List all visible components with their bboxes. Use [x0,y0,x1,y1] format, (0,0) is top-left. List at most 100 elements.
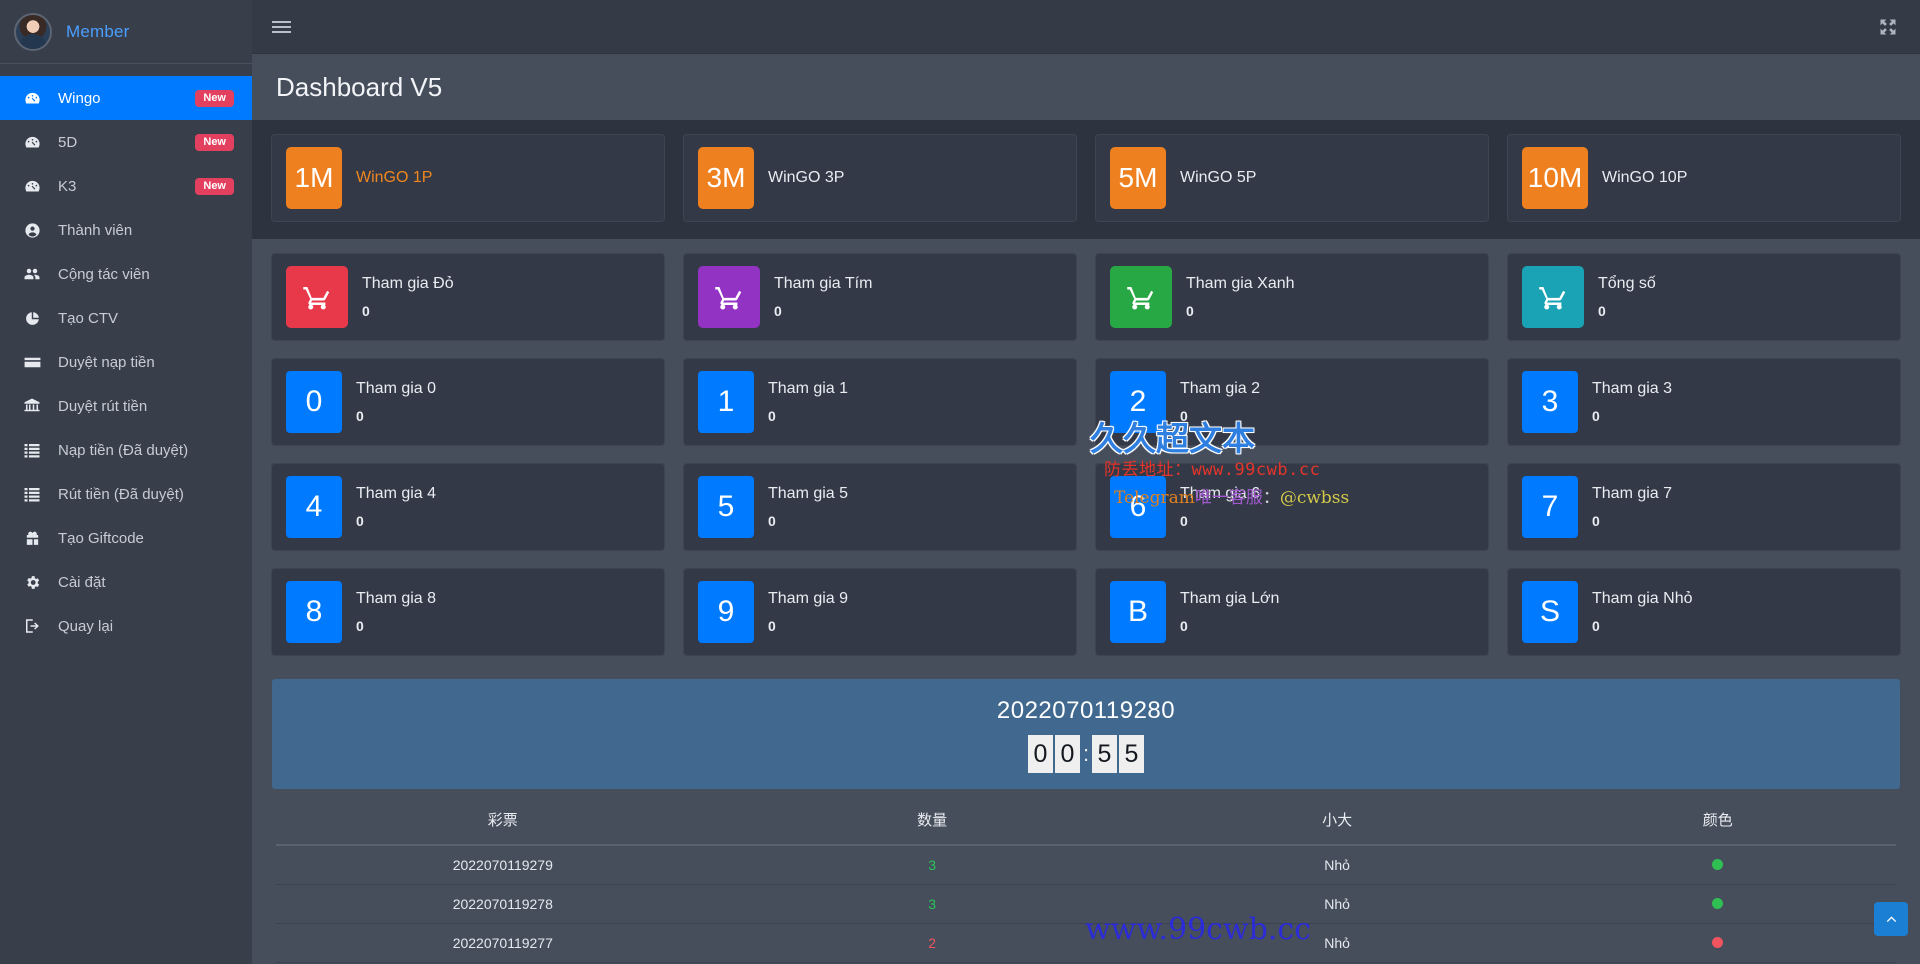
number-tile: 1 [698,371,754,433]
stat-card-body: Tham gia Đỏ 0 [362,275,454,319]
color-dot-red [1712,937,1723,948]
sidebar-item-wingo[interactable]: Wingo New [0,76,252,120]
period-card-wingo-10p[interactable]: 10M WinGO 10P [1507,134,1901,222]
sidebar-item-k3[interactable]: K3 New [0,164,252,208]
expand-arrows-icon[interactable] [1878,17,1898,37]
stat-card-body: Tham gia 4 0 [356,485,436,529]
stat-card-tham-gia-0[interactable]: 0 Tham gia 0 0 [271,358,665,446]
number-tile: 5 [698,476,754,538]
stat-card-label: Tham gia 0 [356,380,436,398]
stat-card-tham-gia-5[interactable]: 5 Tham gia 5 0 [683,463,1077,551]
stat-card-body: Tham gia 0 0 [356,380,436,424]
chevron-up-icon [1884,912,1899,927]
number-tile: 0 [286,371,342,433]
stat-card-tham-gia-7[interactable]: 7 Tham gia 7 0 [1507,463,1901,551]
stat-card-tham-gia-8[interactable]: 8 Tham gia 8 0 [271,568,665,656]
current-period-number: 2022070119280 [272,697,1900,725]
cart-icon [1110,266,1172,328]
period-card-body: WinGO 1P [356,169,432,187]
stat-card-body: Tham gia 5 0 [768,485,848,529]
sidebar-brand[interactable]: Member [0,0,252,64]
stat-card-tham-gia-1[interactable]: 1 Tham gia 1 0 [683,358,1077,446]
cell-number: 3 [730,885,1135,924]
stat-card-label: Tham gia 1 [768,380,848,398]
stat-card-value: 0 [356,618,436,634]
dashboard-icon [22,88,42,108]
sidebar-item-cong-tac-vien[interactable]: Cộng tác viên [0,252,252,296]
stat-col: 5 Tham gia 5 0 [674,463,1086,568]
sidebar-item-5d[interactable]: 5D New [0,120,252,164]
sidebar-item-label: Thành viên [58,222,234,239]
stat-col: 0 Tham gia 0 0 [262,358,674,463]
stat-card-body: Tham gia 3 0 [1592,380,1672,424]
users-icon [22,264,42,284]
timer-digit: 5 [1092,735,1117,773]
stat-card-body: Tham gia 8 0 [356,590,436,634]
main-area: Dashboard V5 1M WinGO 1P [252,0,1920,964]
results-table-head: 彩票 数量 小大 颜色 [276,799,1896,845]
stat-card-value: 0 [1186,303,1295,319]
sidebar-item-thanh-vien[interactable]: Thành viên [0,208,252,252]
sidebar-item-quay-lai[interactable]: Quay lại [0,604,252,648]
stat-card-value: 0 [1598,303,1656,319]
scroll-to-top-button[interactable] [1874,902,1908,936]
stat-card-value: 0 [768,408,848,424]
sidebar-badge-new: New [195,90,234,107]
sidebar-item-tao-ctv[interactable]: Tạo CTV [0,296,252,340]
stat-card-tham-gia-tim[interactable]: Tham gia Tím 0 [683,253,1077,341]
stat-card-body: Tham gia Nhỏ 0 [1592,590,1693,634]
stat-card-tong-so[interactable]: Tổng số 0 [1507,253,1901,341]
stat-card-label: Tham gia Tím [774,275,872,293]
sidebar-nav: Wingo New 5D New K3 New [0,64,252,648]
stats-section: Tham gia Đỏ 0 Tham gia Tím [252,239,1920,964]
sidebar-item-tao-giftcode[interactable]: Tạo Giftcode [0,516,252,560]
stat-card-tham-gia-3[interactable]: 3 Tham gia 3 0 [1507,358,1901,446]
sidebar-item-duyet-rut-tien[interactable]: Duyệt rút tiền [0,384,252,428]
stat-col: Tham gia Đỏ 0 [262,253,674,358]
stat-col: 6 Tham gia 6 0 [1086,463,1498,568]
number-tile: B [1110,581,1166,643]
stat-card-label: Tham gia 9 [768,590,848,608]
avatar [14,13,52,51]
period-card-wingo-5p[interactable]: 5M WinGO 5P [1095,134,1489,222]
stat-col: Tham gia Tím 0 [674,253,1086,358]
stat-card-tham-gia-xanh[interactable]: Tham gia Xanh 0 [1095,253,1489,341]
stat-col: 4 Tham gia 4 0 [262,463,674,568]
stat-card-tham-gia-4[interactable]: 4 Tham gia 4 0 [271,463,665,551]
stat-card-tham-gia-nho[interactable]: S Tham gia Nhỏ 0 [1507,568,1901,656]
stat-card-tham-gia-6[interactable]: 6 Tham gia 6 0 [1095,463,1489,551]
cart-icon [1522,266,1584,328]
color-stats-row: Tham gia Đỏ 0 Tham gia Tím [262,253,1910,358]
cell-period: 2022070119278 [276,885,730,924]
list-icon [22,440,42,460]
dashboard-icon [22,176,42,196]
stat-card-body: Tham gia Xanh 0 [1186,275,1295,319]
stat-card-value: 0 [1592,408,1672,424]
period-card-wingo-3p[interactable]: 3M WinGO 3P [683,134,1077,222]
sidebar-item-rut-tien-da-duyet[interactable]: Rút tiền (Đã duyệt) [0,472,252,516]
stat-card-tham-gia-9[interactable]: 9 Tham gia 9 0 [683,568,1077,656]
period-card-wingo-1p[interactable]: 1M WinGO 1P [271,134,665,222]
sidebar-item-label: K3 [58,178,179,195]
number-tile: 6 [1110,476,1166,538]
stat-card-value: 0 [356,408,436,424]
sidebar-item-nap-tien-da-duyet[interactable]: Nạp tiền (Đã duyệt) [0,428,252,472]
hamburger-icon[interactable] [272,21,291,33]
cell-color [1540,924,1896,963]
period-row: 1M WinGO 1P 3M WinGO 3P [262,134,1910,239]
cell-color [1540,885,1896,924]
stat-card-tham-gia-2[interactable]: 2 Tham gia 2 0 [1095,358,1489,446]
sidebar-item-label: Duyệt nạp tiền [58,354,234,371]
stat-card-tham-gia-lon[interactable]: B Tham gia Lớn 0 [1095,568,1489,656]
stat-card-body: Tham gia 6 0 [1180,485,1260,529]
user-circle-icon [22,220,42,240]
sidebar-item-duyet-nap-tien[interactable]: Duyệt nạp tiền [0,340,252,384]
stat-card-tham-gia-do[interactable]: Tham gia Đỏ 0 [271,253,665,341]
stat-col: 9 Tham gia 9 0 [674,568,1086,673]
table-row: 2022070119278 3 Nhỏ [276,885,1896,924]
period-col: 1M WinGO 1P [262,134,674,239]
col-header-color: 颜色 [1540,799,1896,845]
sidebar-item-cai-dat[interactable]: Cài đặt [0,560,252,604]
sidebar-item-label: Wingo [58,90,179,107]
stat-card-value: 0 [1180,513,1260,529]
